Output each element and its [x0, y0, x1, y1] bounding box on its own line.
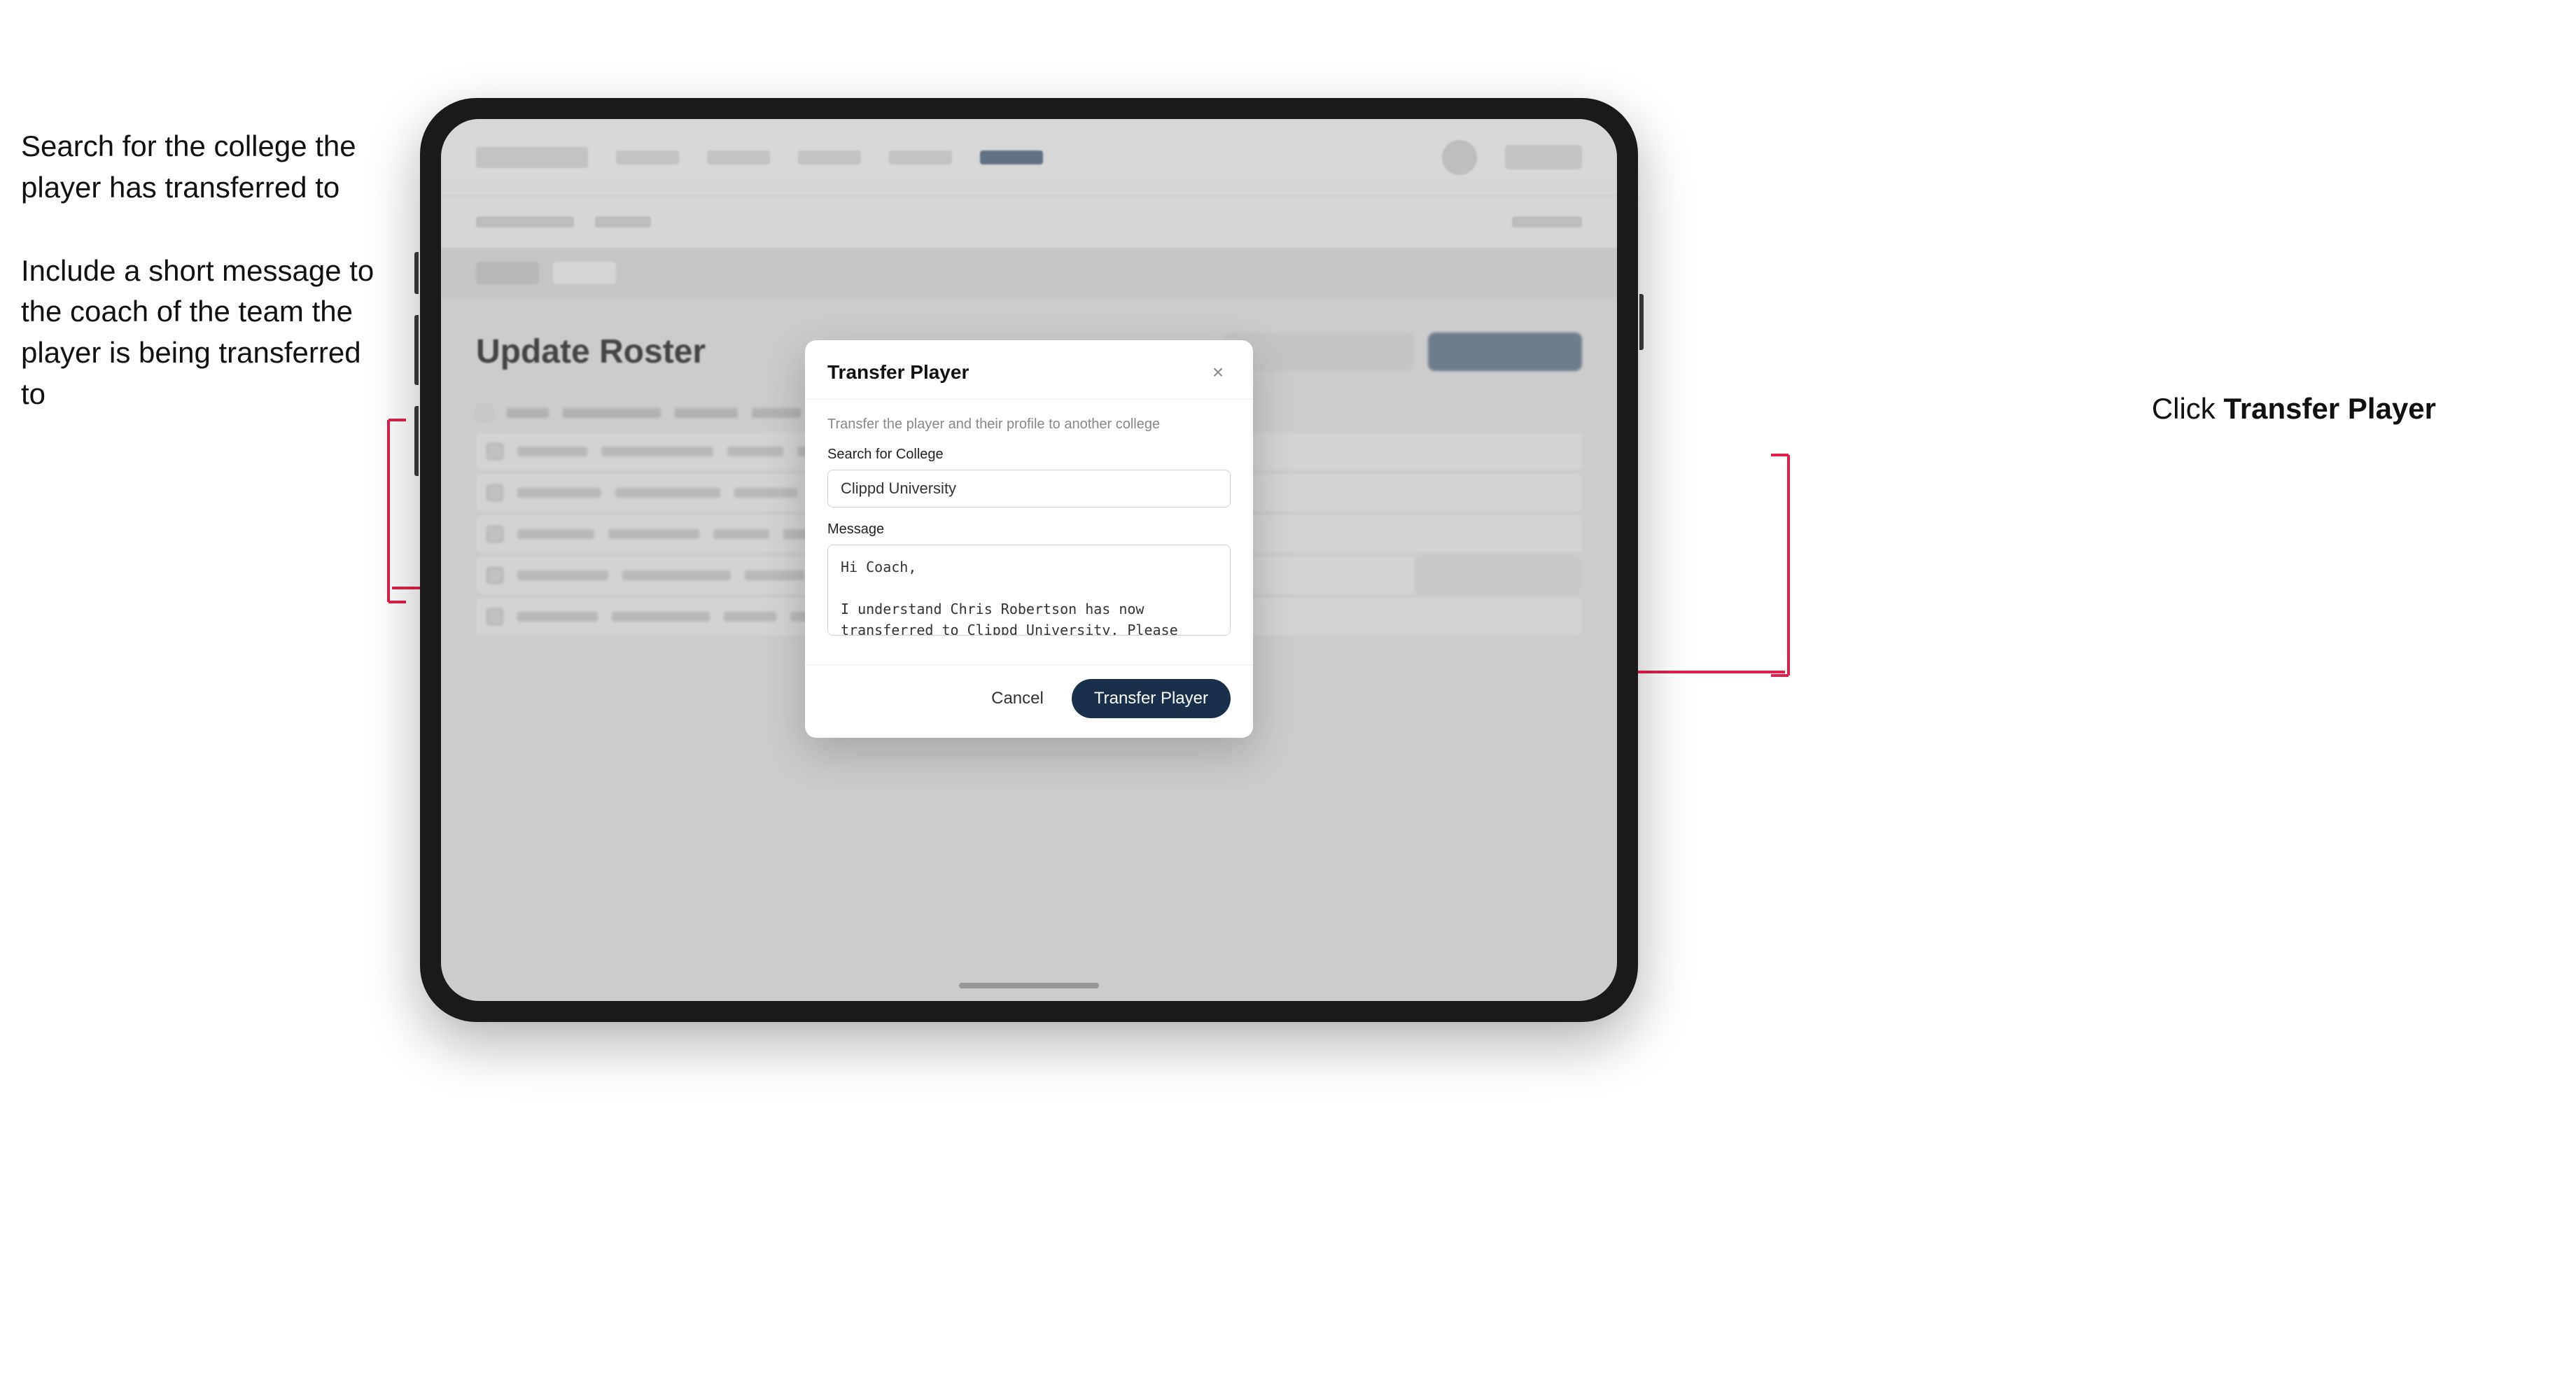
modal-overlay: Transfer Player × Transfer the player an… — [441, 119, 1617, 1001]
annotation-search-text: Search for the college the player has tr… — [21, 126, 385, 209]
ipad-volume-up-button — [414, 315, 419, 385]
annotation-bold-text: Transfer Player — [2223, 392, 2436, 425]
message-textarea[interactable]: Hi Coach, I understand Chris Robertson h… — [827, 545, 1231, 636]
ipad-power-button — [1639, 294, 1644, 350]
ipad-mute-button — [414, 252, 419, 294]
ipad-screen: Update Roster — [441, 119, 1617, 1001]
ipad-frame: Update Roster — [420, 98, 1638, 1022]
modal-subtitle: Transfer the player and their profile to… — [827, 416, 1231, 433]
message-label: Message — [827, 522, 1231, 538]
annotation-message-text: Include a short message to the coach of … — [21, 251, 385, 415]
transfer-player-modal: Transfer Player × Transfer the player an… — [805, 340, 1253, 738]
search-college-input[interactable] — [827, 470, 1231, 507]
modal-header: Transfer Player × — [805, 340, 1253, 400]
modal-title: Transfer Player — [827, 361, 969, 384]
cancel-button[interactable]: Cancel — [977, 682, 1058, 715]
modal-close-button[interactable]: × — [1205, 360, 1231, 385]
modal-footer: Cancel Transfer Player — [805, 664, 1253, 738]
search-college-label: Search for College — [827, 447, 1231, 463]
annotation-right-text: Click Transfer Player — [2152, 392, 2436, 426]
modal-body: Transfer the player and their profile to… — [805, 400, 1253, 664]
ipad-volume-down-button — [414, 406, 419, 476]
annotation-left-container: Search for the college the player has tr… — [21, 126, 385, 457]
annotation-right-container: Click Transfer Player — [2152, 392, 2436, 426]
transfer-player-button[interactable]: Transfer Player — [1072, 679, 1231, 718]
